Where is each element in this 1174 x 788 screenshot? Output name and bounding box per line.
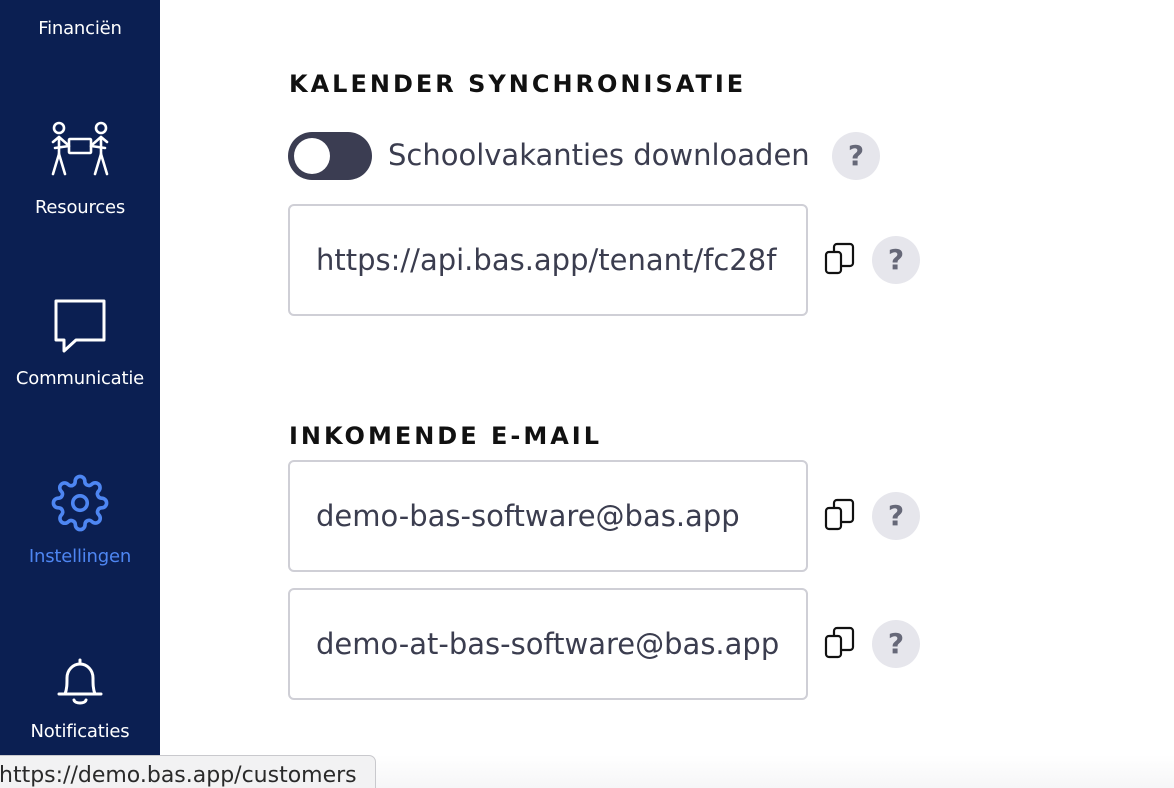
school-holidays-label: Schoolvakanties downloaden bbox=[388, 138, 810, 172]
help-icon[interactable]: ? bbox=[832, 132, 880, 180]
people-carrying-box-icon bbox=[51, 121, 109, 176]
sidebar-item-instellingen[interactable]: Instellingen bbox=[0, 474, 160, 567]
calendar-feed-url-input[interactable] bbox=[316, 206, 780, 314]
help-icon[interactable]: ? bbox=[872, 236, 920, 284]
sidebar-item-financien[interactable]: Financiën bbox=[0, 18, 160, 39]
toggle-knob bbox=[294, 138, 330, 174]
sidebar-item-label: Resources bbox=[34, 197, 126, 218]
bell-icon bbox=[57, 658, 103, 705]
link-status-bar: https://demo.bas.app/customers bbox=[0, 755, 376, 788]
help-icon[interactable]: ? bbox=[872, 620, 920, 668]
sidebar: Financiën Resources Communicatie Instell… bbox=[0, 0, 160, 755]
copy-icon[interactable] bbox=[823, 626, 857, 660]
chat-bubble-icon bbox=[54, 299, 106, 353]
copy-icon[interactable] bbox=[823, 498, 857, 532]
sidebar-item-label: Communicatie bbox=[15, 368, 145, 389]
school-holidays-toggle[interactable] bbox=[288, 132, 372, 180]
sidebar-item-notificaties[interactable]: Notificaties bbox=[0, 656, 160, 742]
gear-icon bbox=[51, 474, 109, 532]
sidebar-item-label: Notificaties bbox=[30, 721, 130, 742]
sidebar-item-label: Financiën bbox=[38, 18, 122, 39]
sidebar-item-resources[interactable]: Resources bbox=[0, 120, 160, 218]
incoming-email-title: INKOMENDE E-MAIL bbox=[289, 422, 603, 450]
sidebar-item-label: Instellingen bbox=[28, 546, 132, 567]
calendar-sync-title: KALENDER SYNCHRONISATIE bbox=[289, 70, 747, 98]
incoming-email-field-1[interactable] bbox=[288, 460, 808, 572]
copy-icon[interactable] bbox=[823, 242, 857, 276]
help-icon[interactable]: ? bbox=[872, 492, 920, 540]
incoming-email-input-2[interactable] bbox=[316, 590, 780, 698]
calendar-feed-url-field[interactable] bbox=[288, 204, 808, 316]
incoming-email-field-2[interactable] bbox=[288, 588, 808, 700]
sidebar-item-communicatie[interactable]: Communicatie bbox=[0, 296, 160, 389]
incoming-email-input-1[interactable] bbox=[316, 462, 780, 570]
